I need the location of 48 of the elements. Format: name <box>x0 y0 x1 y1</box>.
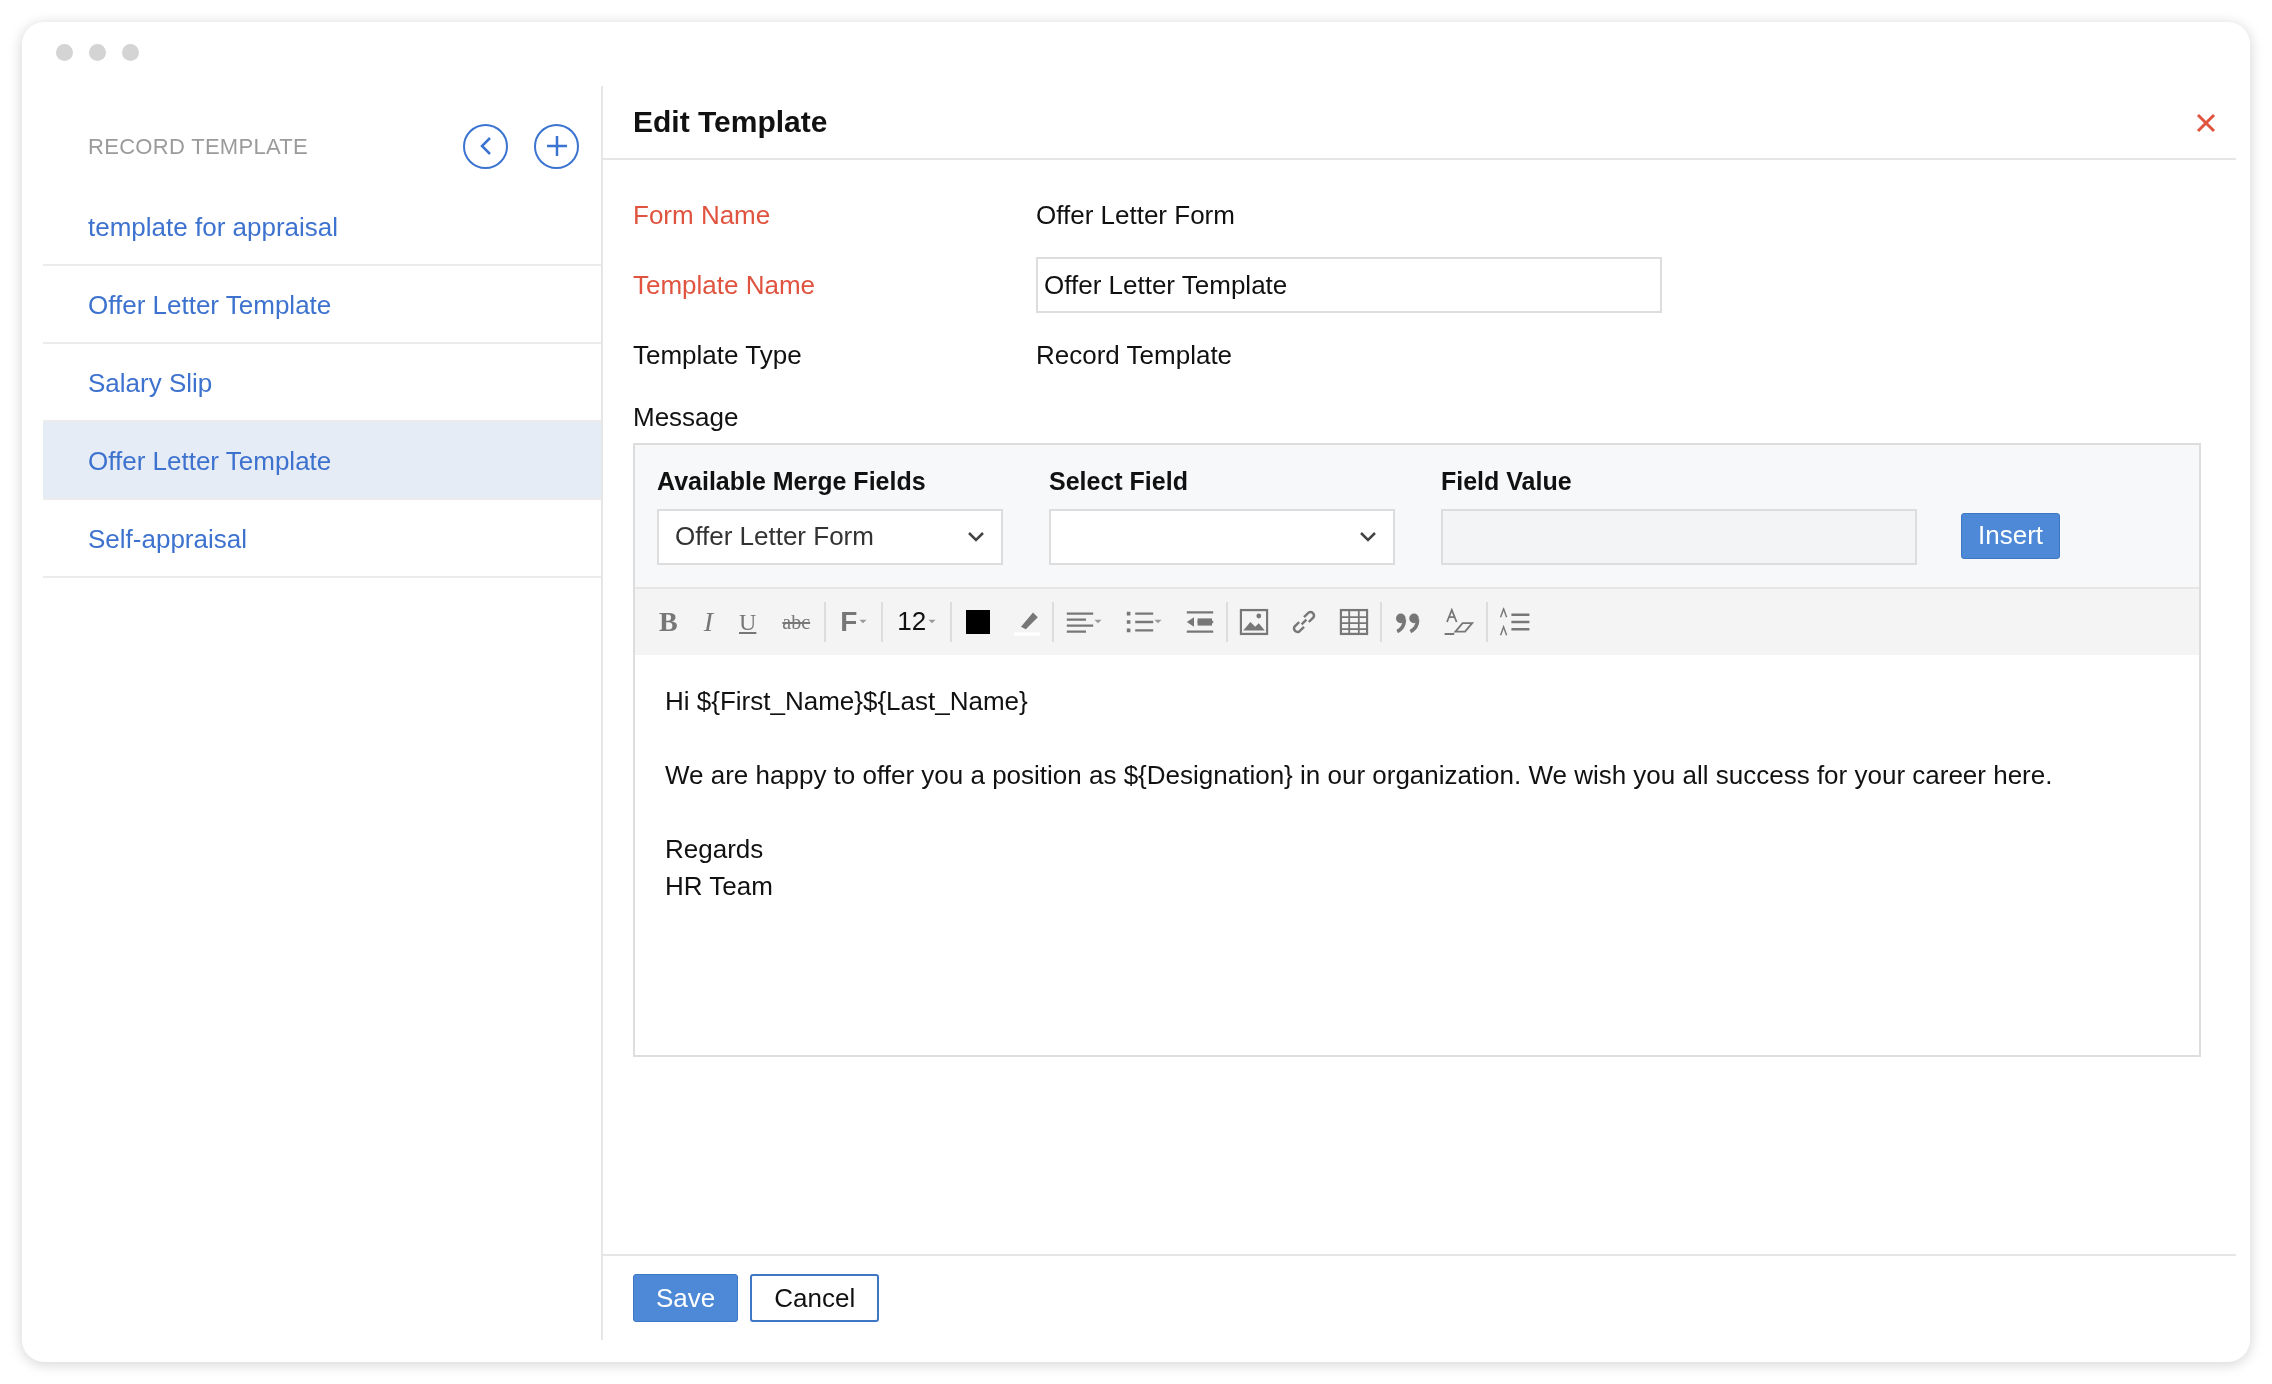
chevron-down-icon <box>1359 530 1377 543</box>
image-icon <box>1239 608 1269 635</box>
align-left-icon <box>1065 609 1095 634</box>
font-size-button[interactable]: 12 <box>893 603 941 640</box>
save-button[interactable]: Save <box>633 1274 739 1322</box>
format-button[interactable]: U <box>735 603 761 640</box>
format-button[interactable]: F <box>836 603 872 640</box>
window-dot-icon[interactable] <box>122 44 139 61</box>
merge-label: Available Merge Fields <box>657 466 927 497</box>
merge-label: Select Field <box>1049 466 1189 497</box>
bullet-list-icon <box>1125 609 1155 634</box>
field-label: Template Name <box>633 268 817 302</box>
body-text: Regards <box>665 832 765 866</box>
add-button[interactable] <box>534 123 579 169</box>
window-dot-icon[interactable] <box>56 44 73 61</box>
sidebar-item[interactable]: Self-appraisal <box>43 500 601 578</box>
panel-title: Edit Template <box>633 104 829 140</box>
field-value: Offer Letter Form <box>1036 198 1235 232</box>
sidebar-item[interactable]: template for appraisal <box>43 188 601 266</box>
window-dot-icon[interactable] <box>89 44 106 61</box>
clear-format-icon <box>1443 607 1475 636</box>
chevron-down-icon <box>967 530 985 543</box>
sidebar-item[interactable]: Offer Letter Template <box>43 422 601 500</box>
merge-label: Field Value <box>1441 466 1573 497</box>
template-name-field[interactable]: Offer Letter Template <box>1036 257 1662 313</box>
table-icon <box>1339 608 1369 635</box>
chevron-left-icon <box>478 136 493 156</box>
message-label: Message <box>633 401 740 434</box>
field-label: Template Type <box>633 338 803 372</box>
back-button[interactable] <box>463 123 508 169</box>
sidebar-item[interactable]: Offer Letter Template <box>43 266 601 344</box>
dropdown-field[interactable]: Offer Letter Form <box>657 508 1003 565</box>
sidebar-title: RECORD TEMPLATE <box>88 132 310 161</box>
cancel-button[interactable]: Cancel <box>750 1274 880 1322</box>
format-button[interactable]: abc <box>778 603 815 640</box>
body-text: We are happy to offer you a position as ${Designation} in our organization. We wish you all success for your career here. <box>665 758 2054 792</box>
insert-button[interactable]: Insert <box>1961 512 2061 559</box>
line-spacing-icon <box>1499 607 1531 636</box>
close-icon <box>2196 112 2216 133</box>
format-button[interactable]: B <box>655 603 682 640</box>
format-button[interactable]: I <box>699 603 717 640</box>
field-value: Record Template <box>1036 338 1233 372</box>
plus-icon <box>545 135 568 157</box>
dropdown-field[interactable] <box>1049 508 1395 565</box>
outdent-icon <box>1185 609 1215 634</box>
body-text: HR Team <box>665 869 774 903</box>
body-text: Hi ${First_Name}${Last_Name} <box>665 684 1029 718</box>
field-label: Form Name <box>633 198 772 232</box>
